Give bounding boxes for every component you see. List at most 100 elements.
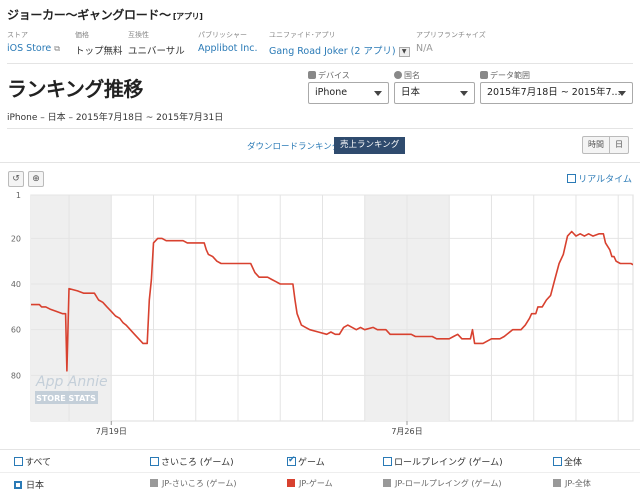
meta-unified-label: ユニファイド･アプリ [269, 31, 336, 39]
external-link-icon: ⧉ [54, 44, 60, 53]
legend-series-row: 日本 JP-さいころ (ゲーム) JP-ゲーム JP-ロールプレイング (ゲーム) JP… [0, 472, 640, 494]
device-select-value: iPhone [315, 87, 348, 98]
meta-unified-app: ユニファイド･アプリ Gang Road Joker (2 アプリ) ▼ [269, 30, 410, 57]
country-filter-label-text: 国名 [404, 71, 420, 80]
category-checkbox[interactable] [14, 457, 23, 466]
chevron-down-icon [460, 91, 468, 96]
y-tick-label: 40 [11, 280, 21, 289]
x-tick-label: 7月26日 [391, 427, 422, 436]
meta-compat-label: 互換性 [128, 31, 149, 39]
period-hourly-button[interactable]: 時間 [583, 137, 609, 153]
category-checkbox[interactable] [383, 457, 392, 466]
meta-franchise-value: N/A [416, 43, 433, 54]
legend-series-item[interactable]: JP-ゲーム [287, 478, 333, 489]
category-label: ロールプレイング (ゲーム) [394, 458, 503, 468]
zoom-button[interactable]: ⊕ [28, 171, 44, 187]
date-range-filter: データ範囲 2015年7月18日 ~ 2015年7... [480, 70, 633, 104]
chevron-down-icon [374, 91, 382, 96]
watermark-logo: App Annie [35, 374, 108, 390]
y-tick-label: 1 [16, 191, 21, 200]
chevron-down-icon[interactable]: ▼ [398, 46, 410, 57]
app-title-text: ジョーカー〜ギャングロード〜 [7, 8, 171, 22]
period-toggle: 時間 日 [582, 136, 629, 154]
legend-category-item[interactable]: さいころ (ゲーム) [150, 455, 234, 468]
y-tick-label: 80 [11, 371, 21, 380]
device-filter-label: デバイス [308, 70, 389, 81]
category-label: すべて [25, 458, 52, 468]
legend-category-item[interactable]: ロールプレイング (ゲーム) [383, 455, 503, 468]
date-range-select[interactable]: 2015年7月18日 ~ 2015年7... [480, 82, 633, 104]
category-label: ゲーム [298, 458, 325, 468]
meta-store-value[interactable]: iOS Store ⧉ [7, 43, 60, 54]
legend-label: JP-全体 [565, 479, 591, 488]
meta-price-label: 価格 [75, 31, 89, 39]
legend-swatch [150, 479, 158, 487]
app-kind-label: [アプリ] [172, 12, 203, 21]
legend-swatch [14, 481, 22, 489]
country-filter: 国名 日本 [394, 70, 475, 104]
page-subtitle: iPhone – 日本 – 2015年7月18日 ~ 2015年7月31日 [7, 113, 224, 123]
category-checkbox[interactable] [287, 455, 296, 466]
divider [7, 128, 633, 129]
legend-swatch [553, 479, 561, 487]
realtime-label: リアルタイム [578, 175, 632, 185]
app-meta-row: ストア iOS Store ⧉ 価格 トップ無料 互換性 ユニバーサル パブリッシ… [7, 30, 633, 60]
legend-label: JP-ロールプレイング (ゲーム) [395, 479, 502, 488]
date-range-label-text: データ範囲 [490, 71, 530, 80]
device-filter-label-text: デバイス [318, 71, 350, 80]
meta-publisher-label: パブリッシャー [198, 31, 247, 39]
legend-category-item[interactable]: ゲーム [287, 455, 325, 468]
undo-icon: ↺ [12, 174, 20, 184]
legend-swatch [383, 479, 391, 487]
period-daily-button[interactable]: 日 [609, 137, 628, 153]
legend-category-item[interactable]: 全体 [553, 455, 582, 468]
reset-zoom-button[interactable]: ↺ [8, 171, 24, 187]
realtime-toggle[interactable]: リアルタイム [567, 172, 632, 185]
meta-price: 価格 トップ無料 [75, 30, 123, 57]
globe-icon [394, 71, 402, 79]
legend-series-item[interactable]: JP-ロールプレイング (ゲーム) [383, 478, 501, 489]
tab-revenue-ranking[interactable]: 売上ランキング [334, 137, 406, 154]
device-select[interactable]: iPhone [308, 82, 389, 104]
meta-publisher-link[interactable]: Applibot Inc. [198, 43, 258, 54]
date-range-value: 2015年7月18日 ~ 2015年7... [487, 87, 621, 98]
x-tick-label: 7月19日 [96, 427, 127, 436]
y-tick-label: 60 [11, 326, 21, 335]
date-range-label: データ範囲 [480, 70, 633, 81]
country-select-value: 日本 [401, 87, 421, 98]
chevron-down-icon [618, 91, 626, 96]
realtime-checkbox[interactable] [567, 174, 577, 183]
y-tick-label: 20 [11, 234, 21, 243]
category-label: さいころ (ゲーム) [161, 458, 234, 468]
zoom-icon: ⊕ [32, 174, 40, 184]
meta-compat: 互換性 ユニバーサル [128, 30, 185, 57]
category-checkbox[interactable] [150, 457, 159, 466]
meta-publisher: パブリッシャー Applibot Inc. [198, 30, 258, 54]
legend-label: 日本 [26, 481, 45, 491]
country-select[interactable]: 日本 [394, 82, 475, 104]
category-label: 全体 [564, 458, 583, 468]
legend-swatch [287, 479, 295, 487]
legend-series-item[interactable]: JP-全体 [553, 478, 591, 489]
legend-label: JP-さいころ (ゲーム) [162, 479, 237, 488]
meta-price-value: トップ無料 [75, 46, 123, 57]
ranking-chart[interactable]: 1 20 40 60 80 7月19日 7月26日 App Annie STORE STATS [0, 186, 640, 448]
device-icon [308, 71, 316, 79]
meta-franchise: アプリフランチャイズ N/A [416, 30, 486, 54]
legend-series-item[interactable]: JP-さいころ (ゲーム) [150, 478, 236, 489]
meta-franchise-label: アプリフランチャイズ [416, 31, 486, 39]
meta-unified-link[interactable]: Gang Road Joker (2 アプリ) [269, 46, 396, 57]
legend-label: JP-ゲーム [299, 479, 333, 488]
tab-download-ranking[interactable]: ダウンロードランキング [247, 140, 340, 152]
meta-store-link[interactable]: iOS Store [7, 43, 51, 54]
legend: すべて さいころ (ゲーム) ゲーム ロールプレイング (ゲーム) 全体 日本 JP-さい… [0, 449, 640, 498]
device-filter: デバイス iPhone [308, 70, 389, 104]
app-title: ジョーカー〜ギャングロード〜 [アプリ] [7, 6, 203, 23]
legend-country-item[interactable]: 日本 [14, 478, 44, 491]
meta-unified-value[interactable]: Gang Road Joker (2 アプリ) ▼ [269, 43, 410, 57]
plot-area [30, 194, 634, 422]
category-checkbox[interactable] [553, 457, 562, 466]
legend-category-row: すべて さいころ (ゲーム) ゲーム ロールプレイング (ゲーム) 全体 [0, 450, 640, 472]
meta-store: ストア iOS Store ⧉ [7, 30, 60, 54]
legend-category-item[interactable]: すべて [14, 455, 51, 468]
